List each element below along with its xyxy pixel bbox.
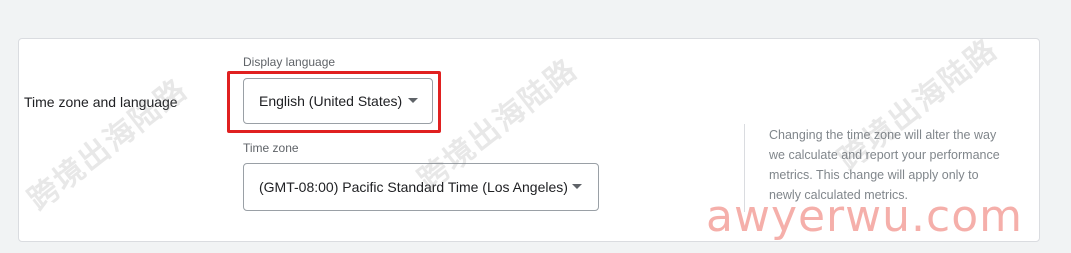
time-zone-label: Time zone (243, 141, 299, 155)
display-language-label: Display language (243, 55, 336, 69)
settings-page: Time zone and language Display language … (0, 0, 1071, 253)
section-title: Time zone and language (24, 94, 178, 110)
vertical-divider (744, 124, 745, 212)
time-zone-value: (GMT-08:00) Pacific Standard Time (Los A… (259, 179, 568, 195)
highlight-box (227, 71, 441, 133)
chevron-down-icon (572, 184, 582, 189)
time-zone-select[interactable]: (GMT-08:00) Pacific Standard Time (Los A… (243, 163, 599, 211)
time-zone-help-text: Changing the time zone will alter the wa… (769, 128, 1000, 202)
